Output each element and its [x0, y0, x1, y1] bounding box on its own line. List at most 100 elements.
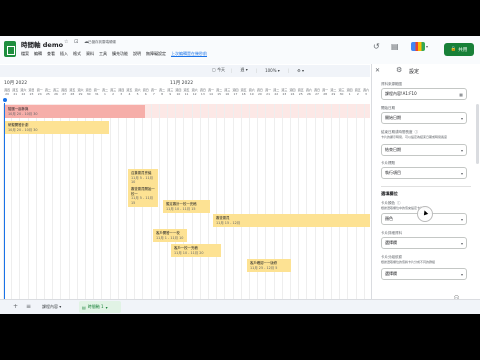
chevron-down-icon[interactable]: ▾	[426, 44, 428, 49]
grid-icon[interactable]: ▦	[459, 92, 463, 97]
day-header-cell: 週五 18	[240, 88, 248, 103]
day-number: 20	[258, 92, 262, 96]
menu-view[interactable]: 查看	[47, 51, 55, 57]
day-header-cell: 週二 22	[272, 88, 280, 103]
sheet-tab-content[interactable]: 課程內容 ▾	[42, 304, 61, 310]
day-header-cell: 週五 25	[297, 88, 305, 103]
day-header-cell: 週三 2	[109, 88, 117, 103]
add-sheet-button[interactable]: +	[13, 303, 18, 310]
timeline-card[interactable]: 擬定審計一校一完稿 11月 10 - 11月 15	[163, 200, 210, 213]
timeline-card[interactable]: 審查委員開始一校一 11月 5 - 11月 15	[128, 185, 158, 207]
all-sheets-button[interactable]: ≡	[26, 303, 31, 310]
timeline-card[interactable]: 客戶一校一完稿 11月 10 - 11月 20	[171, 244, 221, 257]
grid-line	[126, 104, 127, 299]
day-header-cell: 週日 30	[85, 88, 93, 103]
day-number: 23	[29, 92, 34, 96]
document-title[interactable]: 時間軸 demo	[21, 39, 63, 49]
menu-help[interactable]: 說明	[133, 51, 141, 57]
day-number: 29	[331, 92, 336, 96]
save-status: 已儲存到雲端硬碟	[88, 40, 116, 44]
day-number: 18	[241, 92, 246, 96]
grid-line	[232, 104, 234, 299]
day-header-cell: 週六 26	[305, 88, 313, 103]
chevron-down-icon: ▾	[460, 217, 463, 222]
grid-line	[355, 104, 357, 299]
day-header-cell: 週日 20	[256, 88, 264, 103]
history-icon[interactable]: ↺	[373, 42, 380, 51]
day-header-cell: 週一 14	[207, 88, 215, 103]
menu-edit[interactable]: 編輯	[34, 51, 42, 57]
day-number: 8	[161, 92, 163, 96]
timeline-card[interactable]: 審查委員 11月 15 - 12月	[213, 214, 370, 227]
end-date-select[interactable]: 結束日期 ▾	[381, 144, 467, 156]
day-number: 25	[45, 92, 50, 96]
data-range-input[interactable]: 課程內容!A1:F10 ▦	[381, 88, 467, 100]
day-header-cell: 週二 1	[101, 88, 109, 103]
menu-tools[interactable]: 工具	[99, 51, 107, 57]
chevron-down-icon: ▾	[105, 304, 108, 310]
timeline-view: 10月 2022 11月 2022 週四 20 週五 21 週六 22 週日 23 週一 24 週二…	[0, 79, 370, 299]
start-date-select[interactable]: 開始日期 ▾	[381, 112, 467, 124]
sheet-tab-bar: + ≡ 課程內容 ▾ ▤ 時間軸 1 ▾	[0, 299, 480, 314]
day-header-cell: 週五 4	[125, 88, 133, 103]
today-button[interactable]: ▢ 今天	[212, 67, 225, 73]
day-header-cell: 週二 29	[329, 88, 337, 103]
menu-format[interactable]: 格式	[73, 51, 81, 57]
month-label: 10月 2022	[4, 81, 28, 86]
grid-line	[363, 104, 365, 299]
panel-scrollbar[interactable]	[476, 104, 479, 164]
menu-data[interactable]: 資料	[86, 51, 94, 57]
timeline-card[interactable]: 研擬開發計劃 10月 20 - 10月 30	[5, 121, 109, 134]
card-title-select[interactable]: 執行項目 ▾	[381, 167, 467, 179]
scale-select[interactable]: 週 ▾	[238, 66, 249, 74]
day-number: 28	[70, 92, 75, 96]
last-edit-link[interactable]: 上次編輯是在幾秒前	[171, 51, 207, 57]
sheets-logo-icon[interactable]	[4, 41, 16, 57]
menu-insert[interactable]: 插入	[60, 51, 68, 57]
timeline-card[interactable]: 召集委員會議 11月 5 - 11月 10	[128, 169, 158, 187]
card-details-select[interactable]: 選擇欄 ▾	[381, 237, 467, 249]
comment-icon[interactable]: ▤	[391, 42, 399, 51]
day-number: 2	[112, 92, 115, 96]
day-header-cell: 週六 22	[19, 88, 27, 103]
day-number: 9	[169, 92, 172, 96]
card-title-label: 卡片標題	[381, 161, 395, 165]
card-group-select[interactable]: 選擇欄 ▾	[381, 268, 467, 280]
grid-line	[339, 104, 341, 299]
day-number: 16	[225, 92, 230, 96]
day-header-cell: 週四 10	[174, 88, 182, 103]
day-header-cell: 週四 17	[231, 88, 239, 103]
grid-line	[322, 104, 324, 299]
day-header-cell: 週一 31	[93, 88, 101, 103]
share-button[interactable]: 🔒 共用	[444, 43, 474, 56]
meet-icon[interactable]	[411, 42, 425, 51]
day-number: 31	[94, 92, 99, 96]
info-icon[interactable]: ⓘ	[397, 201, 401, 205]
day-number: 25	[298, 92, 303, 96]
grid-line	[117, 104, 119, 299]
day-header-cell: 週二 25	[44, 88, 52, 103]
day-number: 30	[339, 92, 344, 96]
day-number: 17	[233, 92, 238, 96]
day-header-cell: 週日 13	[199, 88, 207, 103]
day-header-cell: 週五 2	[354, 88, 362, 103]
info-icon[interactable]: ⓘ	[415, 130, 419, 134]
menu-file[interactable]: 檔案	[21, 51, 29, 57]
day-header: 週四 20 週五 21 週六 22 週日 23 週一 24 週二 25 週三 26 週四 27 週五 28 週六 29…	[3, 88, 370, 103]
zoom-select[interactable]: 100% ▾	[263, 67, 282, 74]
day-number: 21	[266, 92, 270, 96]
menu-extensions[interactable]: 擴充功能	[112, 51, 128, 57]
chevron-down-icon: ▾	[460, 171, 463, 176]
timeline-card[interactable]: 陪團一起參與 10月 20 - 10月 30	[5, 105, 145, 118]
day-number: 6	[144, 92, 147, 96]
day-number: 24	[290, 92, 295, 96]
star-move-cloud-icons[interactable]: ☆ ⊡ ☁	[64, 39, 91, 45]
day-number: 1	[103, 92, 106, 96]
day-header-cell: 週日 23	[27, 88, 35, 103]
timeline-card[interactable]: 客戶開發一一校 11月 1 - 11月 10	[153, 229, 187, 242]
menu-accessibility[interactable]: 無障礙設定	[146, 51, 166, 57]
view-settings-select[interactable]: ⚙ ▾	[295, 67, 306, 74]
sheet-tab-timeline[interactable]: ▤ 時間軸 1 ▾	[79, 301, 121, 313]
close-icon[interactable]: ✕	[375, 67, 380, 74]
timeline-card[interactable]: 客戶確認一一版修 11月 25 - 12月 5	[247, 259, 291, 272]
